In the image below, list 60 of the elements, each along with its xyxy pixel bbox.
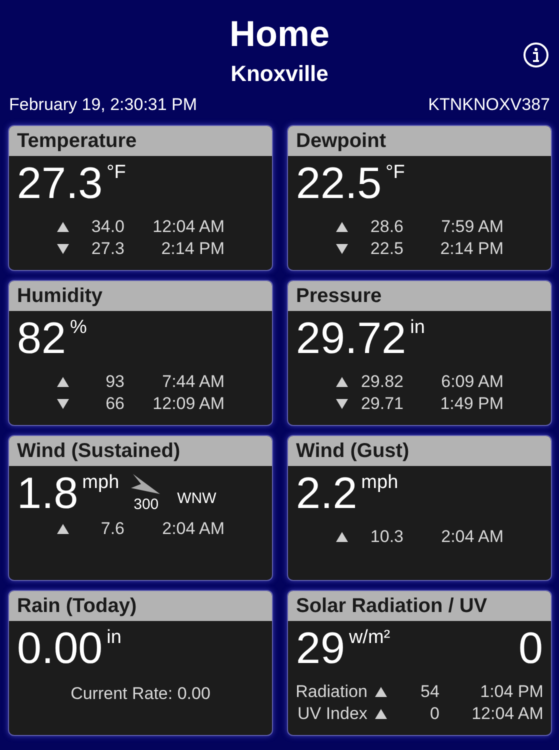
reading-value: 22.5	[296, 160, 382, 208]
stat-time: 7:59 AM	[440, 216, 504, 238]
unit-label: w/m²	[348, 626, 390, 648]
stat-time: 2:14 PM	[160, 238, 224, 260]
stat-value: 93	[104, 370, 124, 392]
stat-time: 12:04 AM	[470, 702, 544, 724]
stat-value: 0	[428, 702, 440, 724]
unit-label: mph	[361, 472, 398, 494]
stat-time: 12:09 AM	[152, 392, 224, 414]
stat-time: 2:04 AM	[161, 518, 224, 540]
card-title: Wind (Gust)	[296, 438, 410, 464]
card-title: Solar Radiation / UV	[296, 594, 488, 618]
current-rate-text: Current Rate: 0.00	[70, 682, 210, 704]
date-time: February 19, 2:30:31 PM	[9, 94, 198, 116]
stat-label: Radiation	[296, 680, 368, 702]
reading-value: 0.00	[17, 624, 103, 672]
stat-value: 29.82	[360, 370, 404, 392]
card-title: Dewpoint	[296, 128, 386, 154]
stat-value: 7.6	[100, 518, 124, 540]
stat-value: 27.3	[90, 238, 124, 260]
stat-value: 10.3	[369, 526, 404, 548]
card-title: Pressure	[296, 284, 382, 308]
reading-value: 27.3	[17, 160, 103, 208]
unit-label: mph	[82, 472, 120, 494]
reading-value: 2.2	[296, 470, 358, 518]
wind-direction-arrow-icon	[131, 474, 162, 496]
reading-value: 1.8	[17, 470, 78, 518]
stat-time: 2:04 AM	[440, 526, 504, 548]
unit-label: °F	[386, 162, 405, 184]
unit-label: in	[106, 626, 122, 648]
stat-value: 22.5	[369, 238, 404, 260]
uv-value: 0	[518, 624, 543, 672]
stat-value: 29.71	[360, 392, 404, 414]
station-id: KTNKNOXV387	[428, 94, 550, 116]
stat-label: UV Index	[296, 702, 368, 724]
location-subtitle: Knoxville	[230, 60, 328, 88]
card-title: Wind (Sustained)	[17, 438, 180, 464]
unit-label: in	[410, 316, 425, 338]
stat-time: 2:14 PM	[439, 238, 504, 260]
stat-value: 54	[420, 680, 440, 702]
stat-time: 7:44 AM	[161, 370, 224, 392]
stat-value: 34.0	[90, 216, 124, 238]
card-title: Humidity	[17, 284, 103, 308]
stat-value: 66	[104, 392, 124, 414]
card-title: Rain (Today)	[17, 594, 137, 618]
stat-time: 1:49 PM	[439, 392, 504, 414]
stat-time: 12:04 AM	[152, 216, 224, 238]
reading-value: 29	[296, 624, 345, 672]
stat-time: 1:04 PM	[479, 680, 544, 702]
stat-value: 28.6	[369, 216, 404, 238]
unit-label: %	[70, 316, 87, 338]
card-title: Temperature	[17, 128, 137, 154]
unit-label: °F	[106, 162, 126, 184]
info-icon[interactable]	[523, 42, 549, 68]
reading-value: 82	[17, 314, 66, 362]
wind-compass-direction: WNW	[177, 488, 216, 508]
wind-bearing: 300	[134, 496, 159, 514]
reading-value: 29.72	[296, 314, 406, 362]
page-title: Home	[229, 12, 330, 56]
stat-time: 6:09 AM	[440, 370, 504, 392]
